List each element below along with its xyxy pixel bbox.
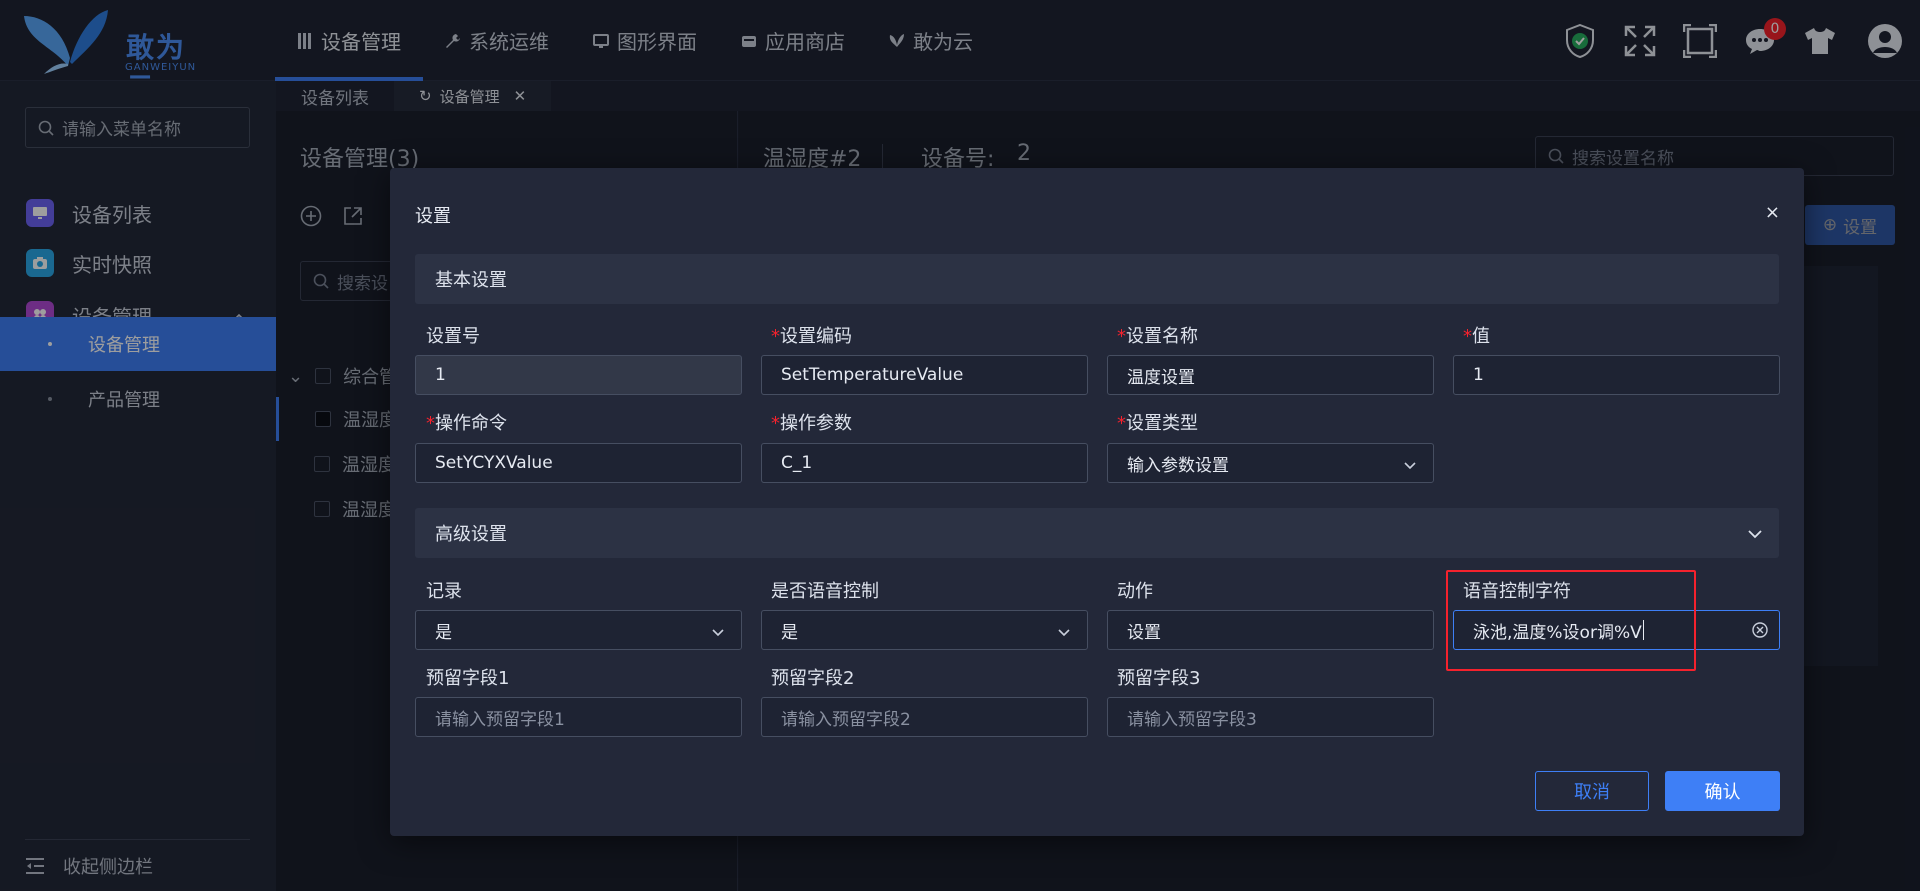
command-field[interactable]: SetYCYXValue xyxy=(415,443,742,483)
voice-control-select[interactable]: 是 xyxy=(761,610,1088,650)
reserved1-input[interactable]: 请输入预留字段1 xyxy=(415,697,742,737)
record-select[interactable]: 是 xyxy=(415,610,742,650)
setting-type-select[interactable]: 输入参数设置 xyxy=(1107,443,1434,483)
setting-code-field[interactable]: SetTemperatureValue xyxy=(761,355,1088,395)
confirm-button[interactable]: 确认 xyxy=(1665,771,1780,811)
action-label: 动作 xyxy=(1117,581,1153,602)
voice-control-label: 是否语音控制 xyxy=(771,581,879,602)
chevron-down-icon xyxy=(1747,524,1763,545)
chevron-down-icon xyxy=(1403,456,1417,476)
setting-name-label: *设置名称 xyxy=(1117,326,1198,347)
reserved2-input[interactable]: 请输入预留字段2 xyxy=(761,697,1088,737)
setting-no-label: 设置号 xyxy=(426,326,480,347)
dialog-title: 设置 xyxy=(415,206,451,227)
reserved2-label: 预留字段2 xyxy=(771,668,855,689)
command-label: *操作命令 xyxy=(426,413,507,434)
basic-settings-header: 基本设置 xyxy=(415,254,1779,304)
chevron-down-icon xyxy=(711,623,725,643)
reserved3-input[interactable]: 请输入预留字段3 xyxy=(1107,697,1434,737)
reserved3-label: 预留字段3 xyxy=(1117,668,1201,689)
advanced-settings-header[interactable]: 高级设置 xyxy=(415,508,1779,558)
value-field[interactable]: 1 xyxy=(1453,355,1780,395)
action-field[interactable]: 设置 xyxy=(1107,610,1434,650)
setting-no-field: 1 xyxy=(415,355,742,395)
chevron-down-icon xyxy=(1057,623,1071,643)
setting-dialog: 设置 × 基本设置 设置号 *设置编码 *设置名称 *值 1 SetTemper… xyxy=(390,168,1804,836)
annotation-highlight-box xyxy=(1446,570,1696,671)
setting-code-label: *设置编码 xyxy=(771,326,852,347)
value-label: *值 xyxy=(1463,326,1490,347)
cancel-button[interactable]: 取消 xyxy=(1535,771,1649,811)
param-label: *操作参数 xyxy=(771,413,852,434)
param-field[interactable]: C_1 xyxy=(761,443,1088,483)
setting-name-field[interactable]: 温度设置 xyxy=(1107,355,1434,395)
setting-type-label: *设置类型 xyxy=(1117,413,1198,434)
reserved1-label: 预留字段1 xyxy=(426,668,510,689)
close-icon[interactable]: × xyxy=(1765,202,1780,223)
section-title: 基本设置 xyxy=(435,270,507,291)
section-title: 高级设置 xyxy=(435,524,507,545)
clear-input-icon[interactable] xyxy=(1751,621,1769,644)
record-label: 记录 xyxy=(426,581,462,602)
